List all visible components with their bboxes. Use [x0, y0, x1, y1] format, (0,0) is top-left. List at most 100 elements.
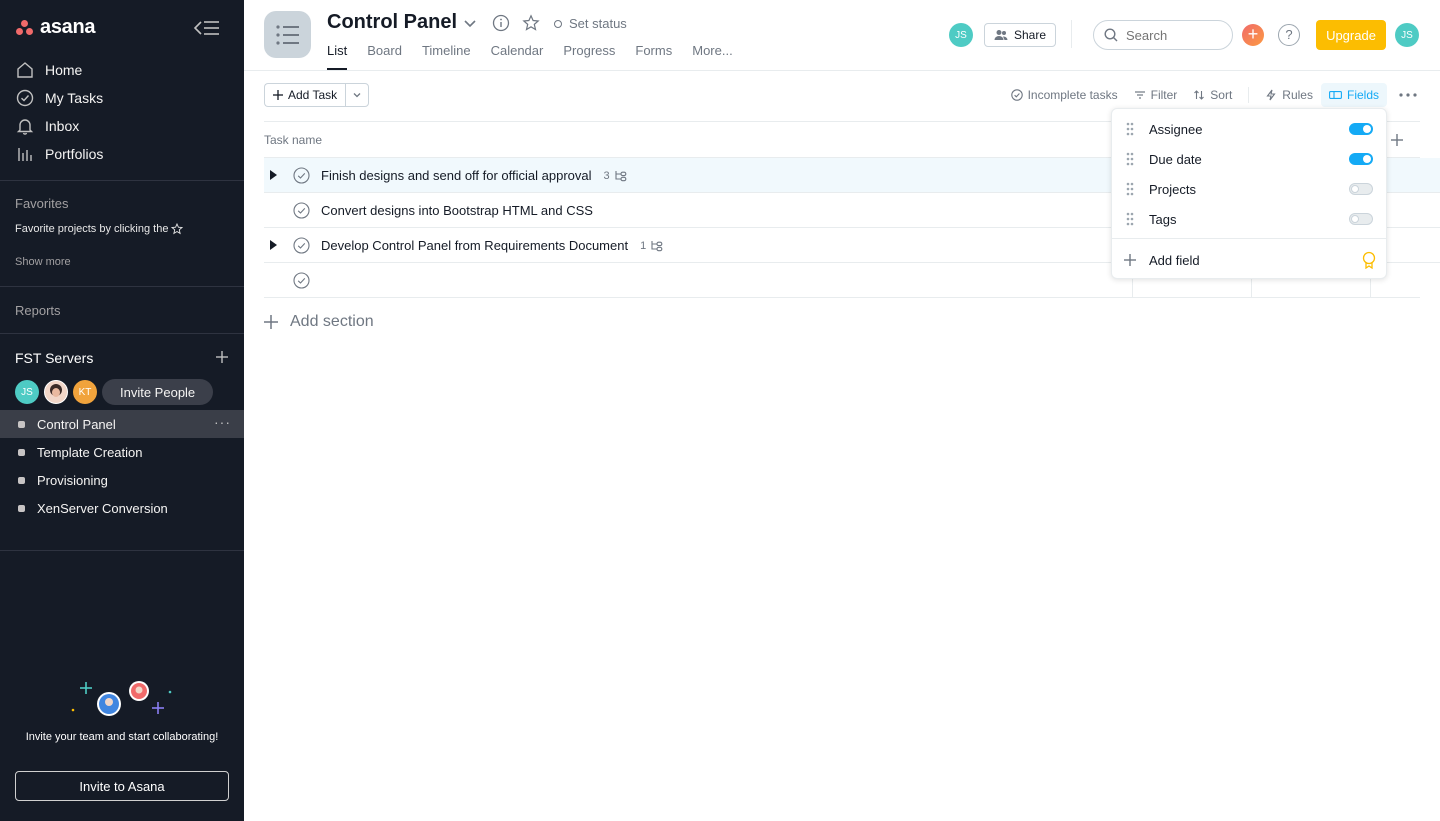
invite-to-asana-button[interactable]: Invite to Asana	[15, 771, 229, 801]
toggle-knob	[1363, 155, 1371, 163]
drag-handle-icon[interactable]	[1126, 152, 1134, 166]
subtask-icon	[651, 240, 663, 251]
sidebar-item-template-creation[interactable]: Template Creation	[0, 438, 244, 466]
add-field-label: Add field	[1149, 252, 1200, 268]
field-toggle[interactable]	[1349, 123, 1373, 135]
star-icon	[171, 223, 184, 235]
show-more-link[interactable]: Show more	[15, 256, 71, 268]
incomplete-tasks-button[interactable]: Incomplete tasks	[1003, 83, 1126, 107]
fields-button[interactable]: Fields	[1320, 83, 1387, 107]
sidebar-item-xenserver-conversion[interactable]: XenServer Conversion	[0, 494, 244, 522]
team-name[interactable]: FST Servers	[15, 350, 93, 366]
column-header-task-name[interactable]: Task name	[264, 133, 322, 147]
task-name[interactable]: Develop Control Panel from Requirements …	[321, 238, 663, 253]
task-title: Convert designs into Bootstrap HTML and …	[321, 203, 593, 218]
add-column-icon[interactable]	[1390, 133, 1404, 147]
add-section-label: Add section	[290, 313, 374, 330]
field-item-assignee[interactable]: Assignee	[1112, 114, 1388, 144]
more-options-icon[interactable]: ···	[214, 415, 231, 429]
tab-progress[interactable]: Progress	[563, 43, 615, 70]
asana-logo-text: asana	[40, 16, 96, 38]
project-name: Template Creation	[37, 444, 143, 460]
drag-handle-icon[interactable]	[1126, 122, 1134, 136]
field-item-tags[interactable]: Tags	[1112, 204, 1388, 234]
more-options-icon[interactable]	[1396, 83, 1420, 107]
search-box[interactable]	[1093, 20, 1233, 50]
avatar[interactable]: KT	[73, 380, 97, 404]
subtask-count[interactable]: 3	[604, 170, 627, 182]
project-color-dot	[18, 504, 25, 512]
help-button[interactable]: ?	[1278, 24, 1300, 46]
tab-more[interactable]: More...	[692, 43, 732, 70]
fields-icon	[1329, 91, 1342, 99]
plus-icon	[273, 90, 283, 100]
add-task-button[interactable]: Add Task	[264, 83, 346, 107]
project-tabs: List Board Timeline Calendar Progress Fo…	[327, 43, 733, 70]
nav-inbox[interactable]: Inbox	[0, 112, 244, 140]
star-icon[interactable]	[522, 14, 540, 32]
field-item-due-date[interactable]: Due date	[1112, 144, 1388, 174]
page-title: Control Panel	[327, 11, 458, 33]
sidebar-divider	[0, 550, 244, 551]
collapse-sidebar-icon[interactable]	[193, 18, 221, 38]
task-name[interactable]: Finish designs and send off for official…	[321, 168, 627, 183]
drag-handle-icon[interactable]	[1126, 182, 1134, 196]
project-member-avatar[interactable]: JS	[949, 23, 973, 47]
avatar[interactable]: JS	[15, 380, 39, 404]
chevron-down-icon[interactable]	[462, 15, 478, 31]
upgrade-button[interactable]: Upgrade	[1316, 20, 1386, 50]
rules-button[interactable]: Rules	[1257, 83, 1321, 107]
sidebar-item-provisioning[interactable]: Provisioning	[0, 466, 244, 494]
nav-portfolios[interactable]: Portfolios	[0, 140, 244, 168]
tab-board[interactable]: Board	[367, 43, 402, 70]
add-field-button[interactable]: Add field	[1112, 245, 1386, 275]
avatar[interactable]	[44, 380, 68, 404]
complete-task-icon[interactable]	[293, 272, 310, 289]
add-task-dropdown[interactable]	[345, 83, 370, 107]
add-project-icon[interactable]	[214, 349, 230, 365]
nav-my-tasks-label: My Tasks	[45, 90, 104, 106]
add-section-button[interactable]: Add section	[264, 313, 374, 331]
tab-calendar[interactable]: Calendar	[491, 43, 544, 70]
share-label: Share	[1014, 28, 1047, 42]
toolbar-divider	[1248, 87, 1250, 103]
invite-illustration-icon	[71, 681, 172, 716]
complete-task-icon[interactable]	[293, 237, 310, 254]
sidebar-item-control-panel[interactable]: Control Panel ···	[0, 410, 244, 438]
asana-logo[interactable]: asana	[16, 16, 96, 39]
field-toggle[interactable]	[1349, 183, 1373, 195]
search-input[interactable]	[1126, 27, 1226, 43]
complete-task-icon[interactable]	[293, 167, 310, 184]
field-toggle[interactable]	[1349, 153, 1373, 165]
field-item-projects[interactable]: Projects	[1112, 174, 1388, 204]
nav-my-tasks[interactable]: My Tasks	[0, 84, 244, 112]
info-icon[interactable]	[492, 14, 510, 32]
project-name: Provisioning	[37, 472, 108, 488]
filter-label: Filter	[1150, 88, 1178, 102]
field-toggle[interactable]	[1349, 213, 1373, 225]
check-circle-icon	[16, 89, 34, 107]
expand-triangle-icon[interactable]	[268, 239, 278, 251]
reports-link[interactable]: Reports	[15, 303, 61, 318]
subtask-count[interactable]: 1	[640, 240, 663, 252]
expand-triangle-icon[interactable]	[268, 169, 278, 181]
invite-people-button[interactable]: Invite People	[102, 379, 214, 405]
share-button[interactable]: Share	[984, 23, 1057, 47]
sort-button[interactable]: Sort	[1185, 83, 1240, 107]
incomplete-tasks-label: Incomplete tasks	[1027, 88, 1118, 102]
set-status-button[interactable]: Set status	[554, 16, 627, 31]
complete-task-icon[interactable]	[293, 202, 310, 219]
quick-add-button[interactable]: +	[1242, 24, 1264, 46]
filter-button[interactable]: Filter	[1126, 83, 1186, 107]
subtask-count-value: 1	[640, 239, 647, 252]
tab-list[interactable]: List	[327, 43, 348, 70]
tab-timeline[interactable]: Timeline	[422, 43, 471, 70]
project-list-icon[interactable]	[264, 11, 311, 58]
user-avatar[interactable]: JS	[1395, 23, 1419, 47]
nav-home[interactable]: Home	[0, 56, 244, 84]
field-label: Due date	[1149, 151, 1202, 167]
task-name[interactable]: Convert designs into Bootstrap HTML and …	[321, 203, 593, 218]
tab-forms[interactable]: Forms	[635, 43, 672, 70]
drag-handle-icon[interactable]	[1126, 212, 1134, 226]
filter-icon	[1134, 91, 1145, 99]
